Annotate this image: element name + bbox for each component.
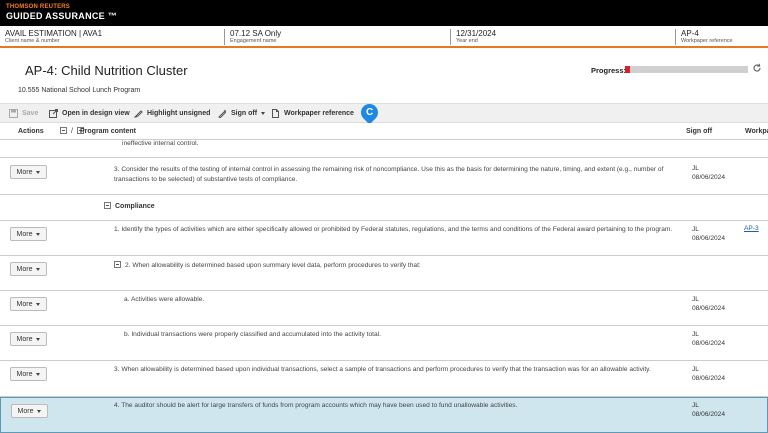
caret-down-icon xyxy=(37,409,42,413)
top-bar: THOMSON REUTERS GUIDED ASSURANCE ™ xyxy=(0,0,768,26)
signoff-cell[interactable]: JL 08/06/2024 xyxy=(692,165,725,182)
more-button[interactable]: More xyxy=(10,297,47,311)
design-view-icon xyxy=(49,108,58,118)
open-design-view-button[interactable]: Open in design view xyxy=(49,104,130,122)
workpaper-reference-link[interactable]: AP-3 xyxy=(744,225,759,232)
table-row: More 2. When allowability is determined … xyxy=(0,256,768,291)
signoff-cell[interactable]: JL 08/06/2024 xyxy=(692,296,725,313)
table-row: More 3. Consider the results of the test… xyxy=(0,158,768,195)
save-button[interactable]: Save xyxy=(9,104,38,122)
engagement-info: 07.12 SA Only Engagement name xyxy=(224,29,446,45)
workpaper-reference-label: Workpaper reference xyxy=(284,109,354,117)
save-icon xyxy=(9,108,18,118)
more-button[interactable]: More xyxy=(10,165,47,179)
signoff-icon xyxy=(218,109,227,119)
procedure-text: b. Individual transactions were properly… xyxy=(124,331,381,338)
signoff-cell[interactable]: JL 08/06/2024 xyxy=(692,402,725,419)
progress-bar xyxy=(625,66,748,73)
signoff-cell[interactable]: JL 08/06/2024 xyxy=(692,366,725,383)
more-button[interactable]: More xyxy=(10,227,47,241)
engagement-info-bar: AVAIL ESTIMATION | AVA1 Client name & nu… xyxy=(0,26,768,48)
grid-header: Actions / Program content Sign off Workp… xyxy=(0,123,768,140)
highlight-label: Highlight unsigned xyxy=(147,109,211,117)
highlight-unsigned-button[interactable]: Highlight unsigned xyxy=(133,104,211,122)
page-title: AP-4: Child Nutrition Cluster xyxy=(25,63,188,78)
actions-column-header: Actions xyxy=(18,128,44,135)
collapse-icon[interactable] xyxy=(104,202,111,209)
client-info: AVAIL ESTIMATION | AVA1 Client name & nu… xyxy=(0,29,222,45)
collapse-icon[interactable] xyxy=(114,261,121,268)
procedure-text: 4. The auditor should be alert for large… xyxy=(114,402,518,409)
brand-logo: GUIDED ASSURANCE ™ xyxy=(6,11,118,21)
save-label: Save xyxy=(22,109,39,117)
sign-off-button[interactable]: Sign off xyxy=(218,104,266,122)
year-end-value: 12/31/2024 xyxy=(456,29,497,38)
more-button[interactable]: More xyxy=(10,367,47,381)
workpaper-reference-icon xyxy=(271,108,280,118)
table-row: More b. Individual transactions were pro… xyxy=(0,326,768,361)
year-end-info: 12/31/2024 Year end xyxy=(450,29,672,45)
workpaper-ref-value: AP-4 xyxy=(681,29,699,38)
caret-down-icon xyxy=(36,170,41,174)
procedure-text: ineffective internal control. xyxy=(122,140,199,147)
engagement-label: Engagement name xyxy=(230,38,277,44)
client-value: AVAIL ESTIMATION | AVA1 xyxy=(5,29,103,38)
procedure-text: 1. Identify the types of activities whic… xyxy=(114,226,673,233)
chevron-down-icon xyxy=(261,111,266,115)
caret-down-icon xyxy=(36,337,41,341)
procedure-text: 3. Consider the results of the testing o… xyxy=(114,166,664,183)
client-label: Client name & number xyxy=(5,38,60,44)
signoff-label: Sign off xyxy=(231,109,258,117)
program-content-column-header: Program content xyxy=(80,128,137,135)
engagement-value: 07.12 SA Only xyxy=(230,29,282,38)
caret-down-icon xyxy=(36,232,41,236)
workpaper-ref-label: Workpaper reference xyxy=(681,38,733,44)
table-row: More a. Activities were allowable. JL 08/… xyxy=(0,291,768,326)
progress-fill xyxy=(625,66,630,73)
section-row: Compliance xyxy=(0,195,768,221)
toolbar: Save Open in design view Highlight unsig… xyxy=(0,103,768,123)
expand-all-icon[interactable] xyxy=(60,127,67,134)
caret-down-icon xyxy=(36,267,41,271)
table-row: More 3. When allowability is determined … xyxy=(0,361,768,397)
workpaper-ref-info: AP-4 Workpaper reference xyxy=(675,29,765,45)
procedure-text: a. Activities were allowable. xyxy=(124,296,205,303)
caret-down-icon xyxy=(36,302,41,306)
workpaper-column-header: Workpaper xyxy=(745,128,768,135)
procedure-text: 3. When allowability is determined based… xyxy=(114,366,651,373)
more-button[interactable]: More xyxy=(10,262,47,276)
signoff-cell[interactable]: JL 08/06/2024 xyxy=(692,226,725,243)
section-heading[interactable]: Compliance xyxy=(104,202,155,212)
program-grid: Actions / Program content Sign off Workp… xyxy=(0,123,768,433)
signoff-cell[interactable]: JL 08/06/2024 xyxy=(692,331,725,348)
table-row-selected[interactable]: More 4. The auditor should be alert for … xyxy=(0,397,768,433)
program-subtitle: 10.555 National School Lunch Program xyxy=(18,87,141,94)
procedure-text[interactable]: 2. When allowability is determined based… xyxy=(114,261,674,271)
year-end-label: Year end xyxy=(456,38,478,44)
signoff-column-header: Sign off xyxy=(686,128,713,135)
highlight-icon xyxy=(133,109,143,118)
refresh-icon[interactable] xyxy=(752,63,762,73)
progress-label: Progress: xyxy=(591,66,627,75)
more-button[interactable]: More xyxy=(10,332,47,346)
workpaper-reference-button[interactable]: Workpaper reference xyxy=(271,104,354,122)
more-button[interactable]: More xyxy=(11,404,48,418)
table-row: ineffective internal control. xyxy=(0,140,768,158)
table-row: More 1. Identify the types of activities… xyxy=(0,221,768,256)
caret-down-icon xyxy=(36,372,41,376)
brand-line-1: THOMSON REUTERS xyxy=(6,4,71,10)
design-view-label: Open in design view xyxy=(62,109,130,117)
